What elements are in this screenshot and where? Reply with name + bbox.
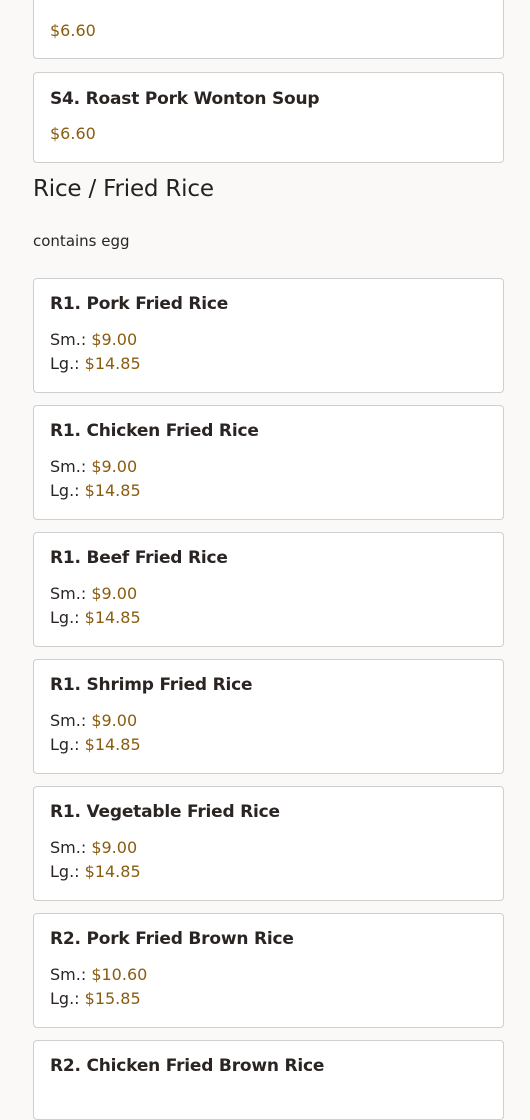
- item-name: R1. Pork Fried Rice: [50, 294, 229, 314]
- small-label: Sm.:: [50, 711, 87, 730]
- menu-item-card[interactable]: R2. Chicken Fried Brown Rice: [33, 1040, 504, 1120]
- menu-item-card[interactable]: S4. Roast Pork Wonton Soup $6.60: [33, 72, 504, 163]
- small-label: Sm.:: [50, 838, 87, 857]
- large-price-line: Lg.: $14.85: [50, 862, 141, 881]
- large-label: Lg.:: [50, 989, 80, 1008]
- large-price: $14.85: [84, 481, 141, 500]
- large-price: $14.85: [84, 735, 141, 754]
- large-label: Lg.:: [50, 735, 80, 754]
- small-price: $9.00: [91, 584, 138, 603]
- small-label: Sm.:: [50, 965, 87, 984]
- small-price-line: Sm.: $10.60: [50, 965, 147, 984]
- small-price: $9.00: [91, 330, 138, 349]
- large-price: $14.85: [84, 608, 141, 627]
- item-name: R1. Beef Fried Rice: [50, 548, 228, 568]
- menu-item-card[interactable]: R1. Shrimp Fried Rice Sm.: $9.00 Lg.: $1…: [33, 659, 504, 774]
- small-price: $9.00: [91, 838, 138, 857]
- large-price-line: Lg.: $15.85: [50, 989, 141, 1008]
- item-name: R1. Vegetable Fried Rice: [50, 802, 280, 822]
- menu-item-card[interactable]: R1. Vegetable Fried Rice Sm.: $9.00 Lg.:…: [33, 786, 504, 901]
- item-name: R2. Pork Fried Brown Rice: [50, 929, 294, 949]
- small-price: $9.00: [91, 711, 138, 730]
- item-name: S4. Roast Pork Wonton Soup: [50, 89, 320, 109]
- small-price-line: Sm.: $9.00: [50, 584, 137, 603]
- small-label: Sm.:: [50, 330, 87, 349]
- small-label: Sm.:: [50, 584, 87, 603]
- large-price: $15.85: [84, 989, 141, 1008]
- item-price: $6.60: [50, 124, 96, 143]
- menu-item-card[interactable]: R1. Pork Fried Rice Sm.: $9.00 Lg.: $14.…: [33, 278, 504, 393]
- menu-item-card[interactable]: $6.60: [33, 0, 504, 59]
- large-price-line: Lg.: $14.85: [50, 481, 141, 500]
- large-price: $14.85: [84, 862, 141, 881]
- menu-item-card[interactable]: R1. Chicken Fried Rice Sm.: $9.00 Lg.: $…: [33, 405, 504, 520]
- item-price-line: $6.60: [50, 21, 96, 40]
- menu-item-card[interactable]: R2. Pork Fried Brown Rice Sm.: $10.60 Lg…: [33, 913, 504, 1028]
- large-label: Lg.:: [50, 862, 80, 881]
- small-price-line: Sm.: $9.00: [50, 711, 137, 730]
- small-price-line: Sm.: $9.00: [50, 330, 137, 349]
- small-price-line: Sm.: $9.00: [50, 457, 137, 476]
- section-note: contains egg: [33, 232, 130, 250]
- large-label: Lg.:: [50, 481, 80, 500]
- large-price-line: Lg.: $14.85: [50, 608, 141, 627]
- item-price-line: $6.60: [50, 124, 96, 143]
- item-name: R1. Chicken Fried Rice: [50, 421, 259, 441]
- item-name: R1. Shrimp Fried Rice: [50, 675, 253, 695]
- small-label: Sm.:: [50, 457, 87, 476]
- menu-item-card[interactable]: R1. Beef Fried Rice Sm.: $9.00 Lg.: $14.…: [33, 532, 504, 647]
- small-price-line: Sm.: $9.00: [50, 838, 137, 857]
- large-price: $14.85: [84, 354, 141, 373]
- large-price-line: Lg.: $14.85: [50, 354, 141, 373]
- item-name: R2. Chicken Fried Brown Rice: [50, 1056, 325, 1076]
- large-price-line: Lg.: $14.85: [50, 735, 141, 754]
- small-price: $9.00: [91, 457, 138, 476]
- large-label: Lg.:: [50, 354, 80, 373]
- large-label: Lg.:: [50, 608, 80, 627]
- item-price: $6.60: [50, 21, 96, 40]
- small-price: $10.60: [91, 965, 148, 984]
- section-title: Rice / Fried Rice: [33, 176, 214, 202]
